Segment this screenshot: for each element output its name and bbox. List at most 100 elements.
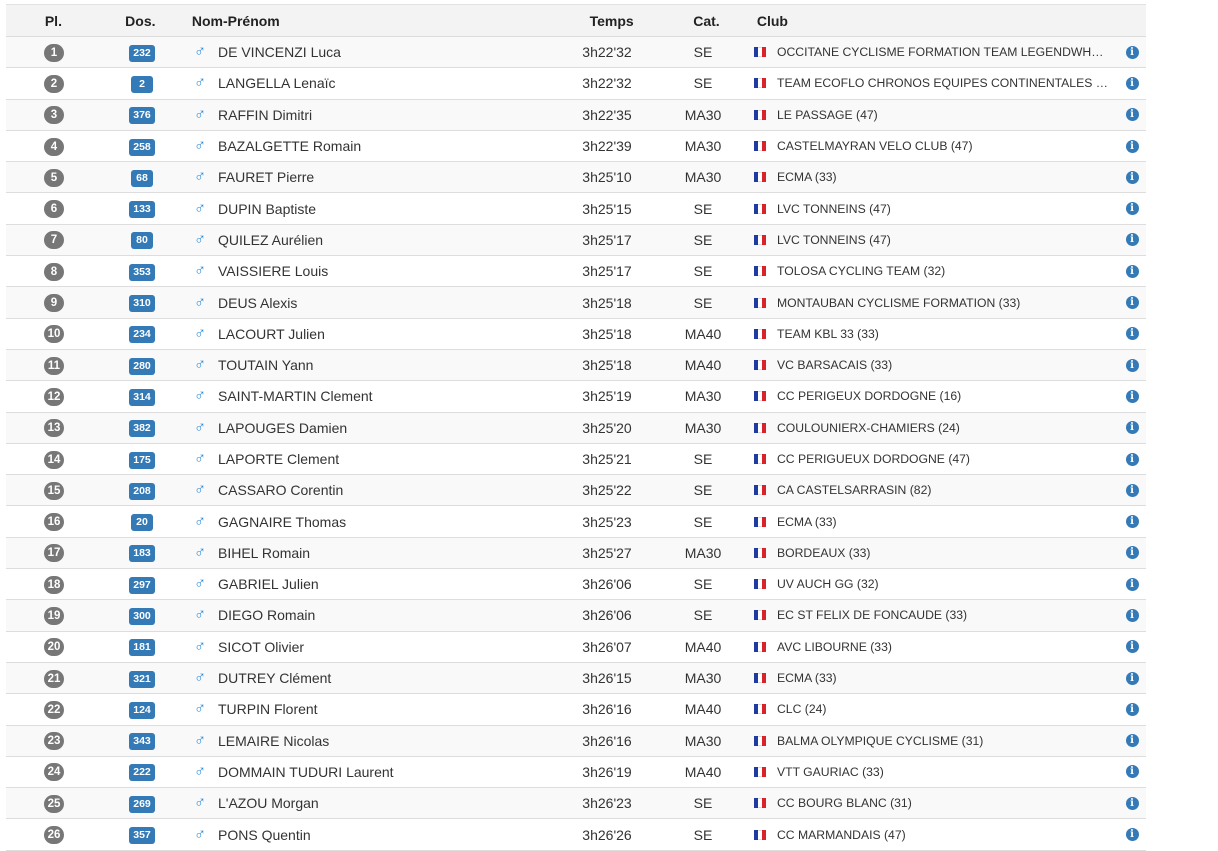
rider-name[interactable]: TOUTAIN Yann	[218, 357, 313, 373]
rider-name[interactable]: GABRIEL Julien	[218, 576, 319, 592]
table-row[interactable]: 13 382 ♂ LAPOUGES Damien 3h25'20 MA30 COULOUNI…	[6, 412, 1146, 444]
table-row[interactable]: 1 232 ♂ DE VINCENZI Luca 3h22'32 SE OCCITANE C…	[6, 37, 1146, 69]
name-cell: ♂ GABRIEL Julien	[182, 576, 560, 593]
table-row[interactable]: 23 343 ♂ LEMAIRE Nicolas 3h26'16 MA30 BALMA OL…	[6, 725, 1146, 757]
table-row[interactable]: 21 321 ♂ DUTREY Clément 3h26'15 MA30 ECMA (33)…	[6, 662, 1146, 695]
rider-name[interactable]: L'AZOU Morgan	[218, 795, 319, 811]
rider-name[interactable]: DIEGO Romain	[218, 607, 315, 623]
table-row[interactable]: 8 353 ♂ VAISSIERE Louis 3h25'17 SE TOLOSA CYCL…	[6, 256, 1146, 288]
table-row[interactable]: 22 124 ♂ TURPIN Florent 3h26'16 MA40 CLC (24) i	[6, 694, 1146, 726]
time-cell: 3h25'19	[582, 388, 632, 405]
info-icon[interactable]: i	[1125, 45, 1139, 59]
place-cell: 24	[6, 762, 102, 782]
info-icon[interactable]: i	[1125, 296, 1139, 310]
table-row[interactable]: 24 222 ♂ DOMMAIN TUDURI Laurent 3h26'19 MA40 V…	[6, 757, 1146, 789]
column-header-name[interactable]: Nom-Prénom	[180, 13, 565, 29]
info-icon[interactable]: i	[1125, 828, 1139, 842]
info-icon[interactable]: i	[1125, 671, 1139, 685]
info-icon[interactable]: i	[1125, 546, 1139, 560]
info-icon[interactable]: i	[1125, 202, 1139, 216]
rider-name[interactable]: SAINT-MARTIN Clement	[218, 388, 373, 404]
rider-name[interactable]: VAISSIERE Louis	[218, 263, 328, 279]
male-icon: ♂	[194, 481, 206, 499]
bib-cell: 20	[102, 512, 182, 532]
table-row[interactable]: 2 2 ♂ LANGELLA Lenaïc 3h22'32 SE TEAM ECOFLO C…	[6, 68, 1146, 100]
table-row[interactable]: 6 133 ♂ DUPIN Baptiste 3h25'15 SE LVC TONNEINS…	[6, 193, 1146, 225]
male-icon: ♂	[194, 418, 206, 436]
bib-cell: 357	[102, 825, 182, 845]
rider-name[interactable]: DEUS Alexis	[218, 295, 297, 311]
rider-name[interactable]: FAURET Pierre	[218, 169, 314, 185]
rider-name[interactable]: PONS Quentin	[218, 827, 311, 843]
rider-name[interactable]: RAFFIN Dimitri	[218, 107, 312, 123]
time-cell: 3h22'39	[582, 138, 632, 155]
info-icon[interactable]: i	[1125, 702, 1139, 716]
rider-name[interactable]: SICOT Olivier	[218, 639, 304, 655]
column-header-temps[interactable]: Temps	[565, 13, 658, 29]
column-header-club[interactable]: Club	[755, 13, 1119, 29]
rider-name[interactable]: BAZALGETTE Romain	[218, 138, 361, 154]
table-row[interactable]: 9 310 ♂ DEUS Alexis 3h25'18 SE MONTAUBAN CYCLI…	[6, 287, 1146, 319]
column-header-cat[interactable]: Cat.	[658, 13, 755, 29]
info-icon[interactable]: i	[1125, 640, 1139, 654]
column-header-dos[interactable]: Dos.	[101, 13, 180, 29]
rider-name[interactable]: LACOURT Julien	[218, 326, 325, 342]
info-icon[interactable]: i	[1125, 76, 1139, 90]
table-row[interactable]: 3 376 ♂ RAFFIN Dimitri 3h22'35 MA30 LE PASSAGE…	[6, 99, 1146, 131]
info-icon[interactable]: i	[1125, 483, 1139, 497]
table-row[interactable]: 7 80 ♂ QUILEZ Aurélien 3h25'17 SE LVC TONNEINS…	[6, 224, 1146, 257]
club-name: LVC TONNEINS (47)	[777, 201, 891, 216]
info-icon[interactable]: i	[1125, 452, 1139, 466]
rider-name[interactable]: LEMAIRE Nicolas	[218, 733, 329, 749]
info-icon[interactable]: i	[1125, 515, 1139, 529]
rider-name[interactable]: QUILEZ Aurélien	[218, 232, 323, 248]
rider-name[interactable]: GAGNAIRE Thomas	[218, 514, 346, 530]
info-icon[interactable]: i	[1125, 233, 1139, 247]
table-row[interactable]: 11 280 ♂ TOUTAIN Yann 3h25'18 MA40 VC BARSACAI…	[6, 349, 1146, 382]
info-icon[interactable]: i	[1125, 139, 1139, 153]
table-row[interactable]: 12 314 ♂ SAINT-MARTIN Clement 3h25'19 MA30 CC …	[6, 381, 1146, 413]
rider-name[interactable]: LAPOUGES Damien	[218, 420, 347, 436]
rider-name[interactable]: LANGELLA Lenaïc	[218, 75, 336, 91]
info-icon[interactable]: i	[1125, 577, 1139, 591]
table-row[interactable]: 26 357 ♂ PONS Quentin 3h26'26 SE CC MARMANDAIS…	[6, 819, 1146, 851]
rider-name[interactable]: DUPIN Baptiste	[218, 201, 316, 217]
info-icon[interactable]: i	[1125, 765, 1139, 779]
info-icon[interactable]: i	[1125, 734, 1139, 748]
table-row[interactable]: 17 183 ♂ BIHEL Romain 3h25'27 MA30 BORDEAUX (3…	[6, 537, 1146, 570]
rider-name[interactable]: LAPORTE Clement	[218, 451, 339, 467]
info-icon[interactable]: i	[1125, 358, 1139, 372]
club-cell: CC PERIGUEUX DORDOGNE (47)	[752, 452, 1118, 466]
bib-cell: 183	[102, 543, 182, 563]
rider-name[interactable]: DUTREY Clément	[218, 670, 331, 686]
rider-name[interactable]: TURPIN Florent	[218, 701, 318, 717]
table-row[interactable]: 10 234 ♂ LACOURT Julien 3h25'18 MA40 TEAM KBL …	[6, 319, 1146, 350]
table-row[interactable]: 14 175 ♂ LAPORTE Clement 3h25'21 SE CC PERIGUE…	[6, 444, 1146, 476]
time-cell: 3h25'23	[582, 513, 632, 530]
table-row[interactable]: 25 269 ♂ L'AZOU Morgan 3h26'23 SE CC BOURG BLA…	[6, 788, 1146, 820]
table-row[interactable]: 18 297 ♂ GABRIEL Julien 3h26'06 SE UV AUCH GG …	[6, 569, 1146, 601]
table-row[interactable]: 5 68 ♂ FAURET Pierre 3h25'10 MA30 ECMA (33) i	[6, 162, 1146, 194]
info-icon[interactable]: i	[1125, 608, 1139, 622]
info-icon[interactable]: i	[1125, 264, 1139, 278]
rider-name[interactable]: CASSARO Corentin	[218, 482, 343, 498]
table-row[interactable]: 19 300 ♂ DIEGO Romain 3h26'06 SE EC ST FELIX D…	[6, 600, 1146, 632]
info-icon[interactable]: i	[1125, 170, 1139, 184]
category-cell: MA30	[684, 388, 722, 405]
info-icon[interactable]: i	[1125, 389, 1139, 403]
table-row[interactable]: 20 181 ♂ SICOT Olivier 3h26'07 MA40 AVC LIBOUR…	[6, 632, 1146, 663]
table-row[interactable]: 4 258 ♂ BAZALGETTE Romain 3h22'39 MA30 CASTELM…	[6, 131, 1146, 163]
column-header-pl[interactable]: Pl.	[6, 13, 101, 29]
info-icon[interactable]: i	[1125, 796, 1139, 810]
info-cell: i	[1118, 765, 1146, 779]
rider-name[interactable]: BIHEL Romain	[218, 545, 310, 561]
category-cell: MA30	[684, 106, 722, 123]
rider-name[interactable]: DOMMAIN TUDURI Laurent	[218, 764, 394, 780]
male-icon: ♂	[194, 731, 206, 749]
info-icon[interactable]: i	[1125, 421, 1139, 435]
rider-name[interactable]: DE VINCENZI Luca	[218, 44, 341, 60]
info-icon[interactable]: i	[1125, 327, 1139, 341]
table-row[interactable]: 15 208 ♂ CASSARO Corentin 3h25'22 SE CA CASTEL…	[6, 475, 1146, 507]
table-row[interactable]: 16 20 ♂ GAGNAIRE Thomas 3h25'23 SE ECMA (33) i	[6, 506, 1146, 538]
info-icon[interactable]: i	[1125, 108, 1139, 122]
